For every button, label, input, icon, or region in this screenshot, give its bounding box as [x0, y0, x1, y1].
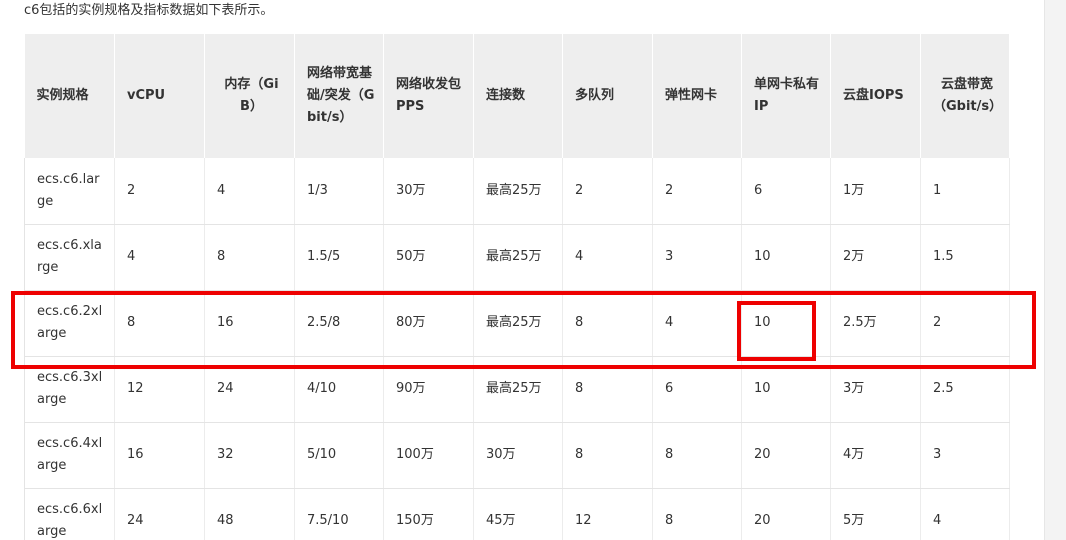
table-cell: ecs.c6.3xlarge: [24, 356, 115, 423]
header-pps: 网络收发包PPS: [383, 34, 474, 158]
table-cell: 8: [562, 356, 653, 423]
header-bandwidth: 网络带宽基础/突发（Gbit/s）: [294, 34, 384, 158]
table-cell: 1/3: [294, 158, 384, 225]
table-cell: 2: [920, 290, 1010, 357]
table-cell: 2: [562, 158, 653, 225]
table-cell: 1.5: [920, 224, 1010, 291]
table-row-highlighted: ecs.c6.2xlarge 8 16 2.5/8 80万 最高25万 8 4 …: [24, 290, 1010, 357]
table-cell: 45万: [473, 488, 563, 540]
table-cell: 16: [114, 422, 205, 489]
intro-text: c6包括的实例规格及指标数据如下表所示。: [24, 3, 274, 18]
table-cell: 8: [562, 290, 653, 357]
table-cell: 最高25万: [473, 356, 563, 423]
table-row: ecs.c6.3xlarge 12 24 4/10 90万 最高25万 8 6 …: [24, 356, 1010, 423]
table-header: 实例规格 vCPU 内存（GiB） 网络带宽基础/突发（Gbit/s） 网络收发…: [24, 34, 1010, 158]
page: c6包括的实例规格及指标数据如下表所示。 实例规格 vCPU 内存（GiB） 网…: [0, 0, 1066, 540]
table-cell: 4: [920, 488, 1010, 540]
table-cell: 24: [114, 488, 205, 540]
spec-table: 实例规格 vCPU 内存（GiB） 网络带宽基础/突发（Gbit/s） 网络收发…: [24, 34, 1010, 540]
table-cell: 2.5/8: [294, 290, 384, 357]
table-cell: 4: [114, 224, 205, 291]
table-cell: 30万: [383, 158, 474, 225]
table-cell: 2.5万: [830, 290, 921, 357]
table-cell: 48: [204, 488, 295, 540]
table-cell: 4万: [830, 422, 921, 489]
table-body: ecs.c6.large 2 4 1/3 30万 最高25万 2 2 6 1万 …: [24, 158, 1010, 540]
table-cell: 10: [741, 356, 831, 423]
header-vcpu: vCPU: [114, 34, 205, 158]
header-instance-type: 实例规格: [24, 34, 115, 158]
table-cell: ecs.c6.6xlarge: [24, 488, 115, 540]
table-cell: 7.5/10: [294, 488, 384, 540]
table-row: ecs.c6.large 2 4 1/3 30万 最高25万 2 2 6 1万 …: [24, 158, 1010, 225]
table-cell: 4: [562, 224, 653, 291]
table-cell: 最高25万: [473, 290, 563, 357]
table-cell: 80万: [383, 290, 474, 357]
header-private-ip: 单网卡私有IP: [741, 34, 831, 158]
header-eni: 弹性网卡: [652, 34, 742, 158]
table-cell: 8: [652, 488, 742, 540]
table-cell: 100万: [383, 422, 474, 489]
header-memory: 内存（GiB）: [204, 34, 295, 158]
table-cell: 12: [114, 356, 205, 423]
table-cell: 30万: [473, 422, 563, 489]
header-disk-iops: 云盘IOPS: [830, 34, 921, 158]
table-cell: 6: [652, 356, 742, 423]
table-cell: 20: [741, 488, 831, 540]
table-cell: 3万: [830, 356, 921, 423]
table-cell: 5/10: [294, 422, 384, 489]
table-cell: 2: [652, 158, 742, 225]
table-cell: 150万: [383, 488, 474, 540]
table-cell: 最高25万: [473, 158, 563, 225]
table-cell: 50万: [383, 224, 474, 291]
table-cell: 32: [204, 422, 295, 489]
table-row: ecs.c6.6xlarge 24 48 7.5/10 150万 45万 12 …: [24, 488, 1010, 540]
table-cell: 8: [562, 422, 653, 489]
table-cell: 4: [204, 158, 295, 225]
table-cell: 1.5/5: [294, 224, 384, 291]
table-cell: 2: [114, 158, 205, 225]
table-cell: 10: [741, 224, 831, 291]
table-cell: 16: [204, 290, 295, 357]
table-cell: 20: [741, 422, 831, 489]
table-cell: 5万: [830, 488, 921, 540]
table-cell: 4/10: [294, 356, 384, 423]
table-cell: 2.5: [920, 356, 1010, 423]
table-cell: 最高25万: [473, 224, 563, 291]
header-disk-bandwidth: 云盘带宽（Gbit/s）: [920, 34, 1010, 158]
table-cell: 6: [741, 158, 831, 225]
table-cell: ecs.c6.large: [24, 158, 115, 225]
table-row: ecs.c6.xlarge 4 8 1.5/5 50万 最高25万 4 3 10…: [24, 224, 1010, 291]
table-cell: 1: [920, 158, 1010, 225]
header-connections: 连接数: [473, 34, 563, 158]
table-cell: ecs.c6.4xlarge: [24, 422, 115, 489]
table-cell: 2万: [830, 224, 921, 291]
table-cell: 1万: [830, 158, 921, 225]
table-cell: 12: [562, 488, 653, 540]
table-cell: 4: [652, 290, 742, 357]
table-cell: ecs.c6.2xlarge: [24, 290, 115, 357]
table-cell: ecs.c6.xlarge: [24, 224, 115, 291]
table-cell: 8: [652, 422, 742, 489]
table-cell: 3: [652, 224, 742, 291]
table-cell-highlighted: 10: [741, 290, 831, 357]
table-row: ecs.c6.4xlarge 16 32 5/10 100万 30万 8 8 2…: [24, 422, 1010, 489]
table-cell: 8: [114, 290, 205, 357]
table-cell: 24: [204, 356, 295, 423]
table-cell: 3: [920, 422, 1010, 489]
table-cell: 8: [204, 224, 295, 291]
page-side-gutter: [1044, 0, 1066, 540]
header-multi-queue: 多队列: [562, 34, 653, 158]
table-cell: 90万: [383, 356, 474, 423]
